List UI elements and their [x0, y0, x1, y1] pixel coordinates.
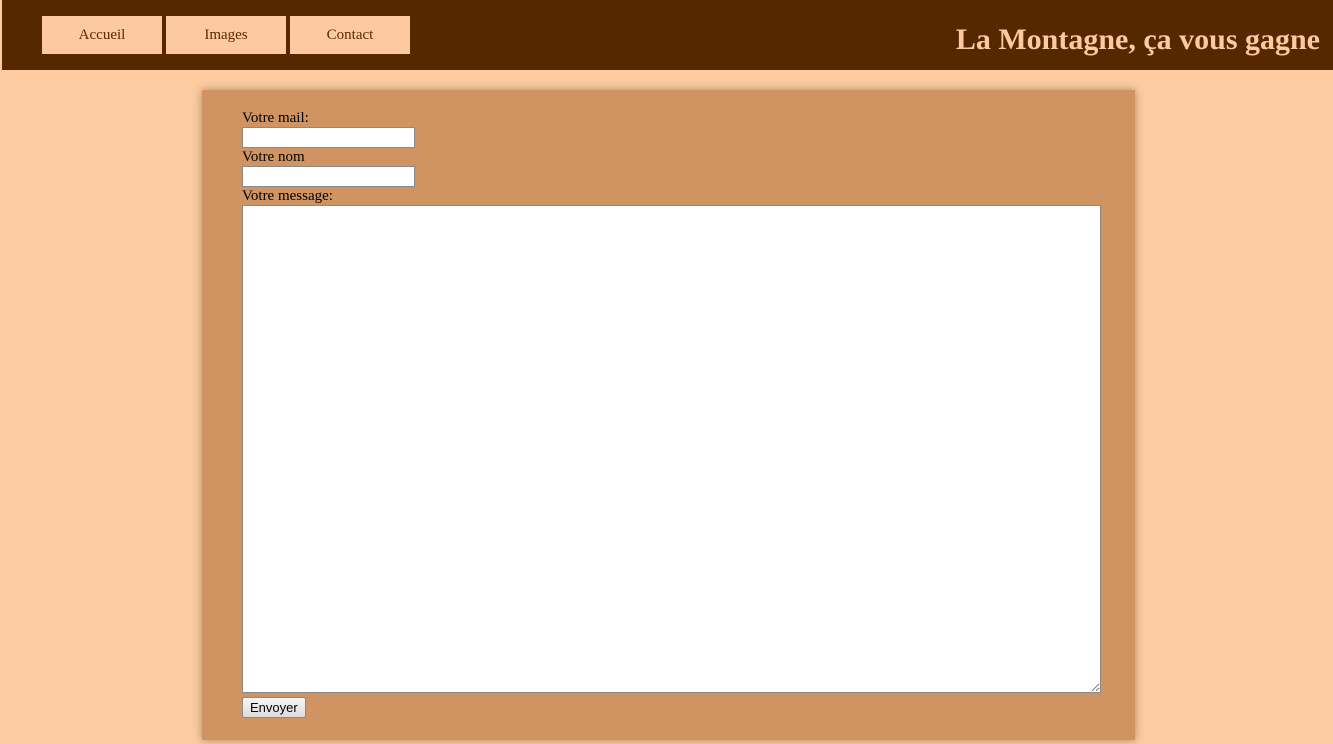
message-label: Votre message:	[242, 188, 333, 204]
send-button[interactable]: Envoyer	[242, 697, 306, 718]
contact-form: Votre mail: Votre nom Votre message: Env…	[242, 110, 1102, 718]
message-textarea[interactable]	[242, 205, 1101, 693]
email-label: Votre mail:	[242, 110, 309, 126]
contact-panel: Votre mail: Votre nom Votre message: Env…	[202, 90, 1135, 740]
name-field[interactable]	[242, 166, 415, 187]
site-title: La Montagne, ça vous gagne	[955, 23, 1320, 56]
site-header: Accueil Images Contact La Montagne, ça v…	[2, 0, 1333, 70]
email-field[interactable]	[242, 127, 415, 148]
nav-accueil[interactable]: Accueil	[42, 16, 162, 54]
nav-images[interactable]: Images	[166, 16, 286, 54]
name-label: Votre nom	[242, 149, 305, 165]
nav-contact[interactable]: Contact	[290, 16, 410, 54]
main-nav: Accueil Images Contact	[42, 16, 410, 54]
